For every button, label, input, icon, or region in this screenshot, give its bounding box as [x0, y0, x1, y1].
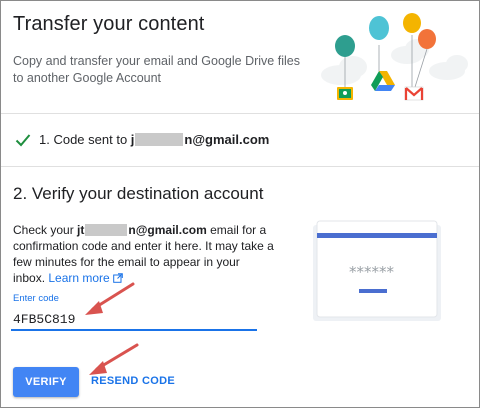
verify-button[interactable]: VERIFY — [13, 367, 79, 397]
enter-code-label: Enter code — [13, 293, 59, 304]
page-title: Transfer your content — [13, 13, 205, 35]
transfer-content-window: Transfer your content Copy and transfer … — [0, 0, 480, 408]
google-drive-icon — [371, 71, 395, 91]
step-2-description: Check your jt n@gmail.com email for a con… — [13, 222, 275, 286]
step-2-heading: 2. Verify your destination account — [13, 184, 264, 203]
header-section: Transfer your content Copy and transfer … — [1, 1, 479, 114]
redacted-block — [85, 224, 128, 236]
masked-code-text: ****** — [349, 263, 395, 281]
redacted-block — [135, 133, 184, 146]
step-1-section: 1. Code sent to j n@gmail.com — [1, 114, 479, 167]
code-sent-prefix: 1. Code sent to — [39, 132, 131, 147]
code-sent-email-end: n@gmail.com — [184, 132, 270, 147]
step-2-section: 2. Verify your destination account Check… — [1, 167, 479, 407]
desc-email-end: n@gmail.com — [128, 223, 207, 237]
code-sent-text: 1. Code sent to j n@gmail.com — [39, 132, 269, 147]
annotation-arrow-verify — [89, 343, 139, 375]
balloons-illustration — [321, 13, 468, 101]
page-subtitle: Copy and transfer your email and Google … — [13, 54, 300, 85]
check-icon — [15, 134, 31, 147]
code-sent-email-start: j — [130, 132, 135, 147]
annotation-arrow-input — [85, 282, 135, 315]
code-card-illustration: ****** — [313, 220, 441, 321]
desc-email-start: jt — [77, 223, 85, 237]
gmail-icon — [404, 86, 424, 101]
desc-prefix: Check your — [13, 223, 78, 237]
google-classroom-icon — [337, 87, 353, 100]
